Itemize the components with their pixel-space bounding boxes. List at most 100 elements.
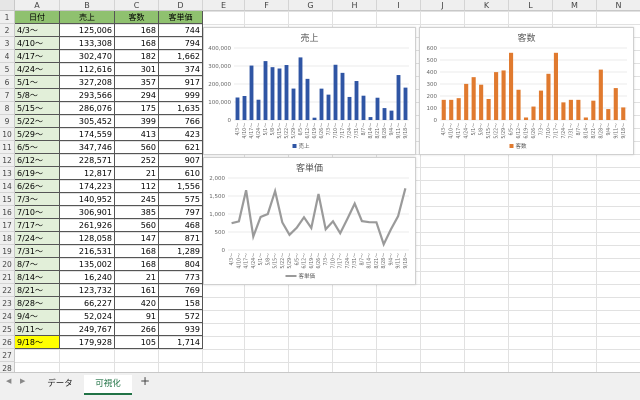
table-cell[interactable]: 5/22〜 (15, 115, 60, 128)
row-header[interactable]: 1 (0, 11, 15, 24)
row-header[interactable]: 19 (0, 245, 15, 258)
bar[interactable] (333, 64, 338, 120)
table-cell[interactable]: 182 (115, 50, 159, 63)
table-header-cell[interactable]: 客数 (115, 11, 159, 24)
unit-price-chart[interactable]: 客単価 0 500 1,000 1,500 2,000 4/3〜 4/10〜 4/17〜 4/24… (203, 157, 416, 285)
row-header[interactable]: 21 (0, 271, 15, 284)
row-header[interactable]: 12 (0, 154, 15, 167)
table-cell[interactable]: 133,308 (60, 37, 115, 50)
table-cell[interactable]: 16,240 (60, 271, 115, 284)
table-cell[interactable]: 286,076 (60, 102, 115, 115)
bar[interactable] (531, 106, 536, 120)
table-cell[interactable]: 6/5〜 (15, 141, 60, 154)
bar[interactable] (501, 70, 506, 120)
bar[interactable] (277, 68, 282, 120)
series-line[interactable] (231, 186, 407, 248)
table-cell[interactable]: 7/31〜 (15, 245, 60, 258)
sales-chart[interactable]: 売上 0 100,000 200,000 300,000 400,000 4/3〜 4/10〜… (203, 27, 416, 155)
row-header[interactable]: 11 (0, 141, 15, 154)
table-cell[interactable]: 147 (115, 232, 159, 245)
table-cell[interactable]: 168 (115, 258, 159, 271)
table-cell[interactable]: 12,817 (60, 167, 115, 180)
table-cell[interactable]: 168 (115, 37, 159, 50)
column-header-d[interactable]: D (159, 0, 203, 11)
table-cell[interactable]: 105 (115, 336, 159, 349)
column-header-n[interactable]: N (597, 0, 640, 11)
row-header[interactable]: 23 (0, 297, 15, 310)
table-cell[interactable]: 399 (115, 115, 159, 128)
bar[interactable] (326, 94, 331, 120)
bar[interactable] (270, 67, 275, 120)
bar[interactable] (396, 75, 401, 120)
tab-data[interactable]: データ (40, 375, 80, 393)
table-cell[interactable]: 5/29〜 (15, 128, 60, 141)
row-header[interactable]: 20 (0, 258, 15, 271)
column-header-m[interactable]: M (553, 0, 597, 11)
table-cell[interactable]: 174,559 (60, 128, 115, 141)
table-header-cell[interactable]: 客単価 (159, 11, 203, 24)
column-header-c[interactable]: C (115, 0, 159, 11)
table-cell[interactable]: 560 (115, 219, 159, 232)
table-cell[interactable]: 1,662 (159, 50, 203, 63)
row-header[interactable]: 5 (0, 63, 15, 76)
table-cell[interactable]: 179,928 (60, 336, 115, 349)
row-header[interactable]: 25 (0, 323, 15, 336)
table-cell[interactable]: 112 (115, 180, 159, 193)
table-cell[interactable]: 7/3〜 (15, 193, 60, 206)
bar[interactable] (249, 65, 254, 120)
row-header[interactable]: 16 (0, 206, 15, 219)
table-cell[interactable]: 5/8〜 (15, 89, 60, 102)
bar[interactable] (449, 99, 454, 120)
table-cell[interactable]: 907 (159, 154, 203, 167)
bar[interactable] (479, 84, 484, 120)
table-cell[interactable]: 112,616 (60, 63, 115, 76)
table-cell[interactable]: 123,732 (60, 284, 115, 297)
bar[interactable] (305, 78, 310, 120)
add-sheet-button[interactable]: + (140, 374, 150, 388)
row-header[interactable]: 17 (0, 219, 15, 232)
table-cell[interactable]: 4/3〜 (15, 24, 60, 37)
table-cell[interactable]: 1,289 (159, 245, 203, 258)
table-cell[interactable]: 6/19〜 (15, 167, 60, 180)
table-cell[interactable]: 4/24〜 (15, 63, 60, 76)
table-cell[interactable]: 7/17〜 (15, 219, 60, 232)
table-cell[interactable]: 572 (159, 310, 203, 323)
table-cell[interactable]: 168 (115, 245, 159, 258)
table-cell[interactable]: 7/24〜 (15, 232, 60, 245)
bar[interactable] (389, 110, 394, 120)
tab-prev-icon[interactable]: ◀ (6, 377, 11, 385)
bar[interactable] (382, 108, 387, 120)
bar[interactable] (312, 117, 317, 120)
table-cell[interactable]: 1,635 (159, 102, 203, 115)
bar[interactable] (354, 81, 359, 120)
table-cell[interactable]: 4/10〜 (15, 37, 60, 50)
row-header[interactable]: 8 (0, 102, 15, 115)
row-header[interactable]: 18 (0, 232, 15, 245)
bar[interactable] (464, 83, 469, 120)
table-cell[interactable]: 939 (159, 323, 203, 336)
bar[interactable] (456, 98, 461, 120)
table-cell[interactable]: 917 (159, 76, 203, 89)
bar[interactable] (368, 117, 373, 120)
bar[interactable] (553, 52, 558, 120)
table-cell[interactable]: 8/7〜 (15, 258, 60, 271)
row-header[interactable]: 13 (0, 167, 15, 180)
table-header-cell[interactable]: 日付 (15, 11, 60, 24)
table-cell[interactable]: 8/21〜 (15, 284, 60, 297)
bar[interactable] (291, 88, 296, 120)
bar[interactable] (523, 117, 529, 120)
spreadsheet[interactable]: ABCDEFGHIJKLMN 1 2 3 4 5 6 7 8 9 10 11 12 13 14 15 16 17… (0, 0, 640, 372)
table-cell[interactable]: 7/10〜 (15, 206, 60, 219)
table-cell[interactable]: 301 (115, 63, 159, 76)
table-cell[interactable]: 6/26〜 (15, 180, 60, 193)
bar[interactable] (546, 73, 551, 120)
table-cell[interactable]: 228,571 (60, 154, 115, 167)
row-header[interactable]: 28 (0, 362, 15, 372)
column-header-e[interactable]: E (203, 0, 245, 11)
column-header-g[interactable]: G (289, 0, 333, 11)
bar[interactable] (583, 117, 588, 120)
row-header[interactable]: 7 (0, 89, 15, 102)
tab-next-icon[interactable]: ▶ (20, 377, 25, 385)
table-cell[interactable]: 347,746 (60, 141, 115, 154)
table-cell[interactable]: 52,024 (60, 310, 115, 323)
